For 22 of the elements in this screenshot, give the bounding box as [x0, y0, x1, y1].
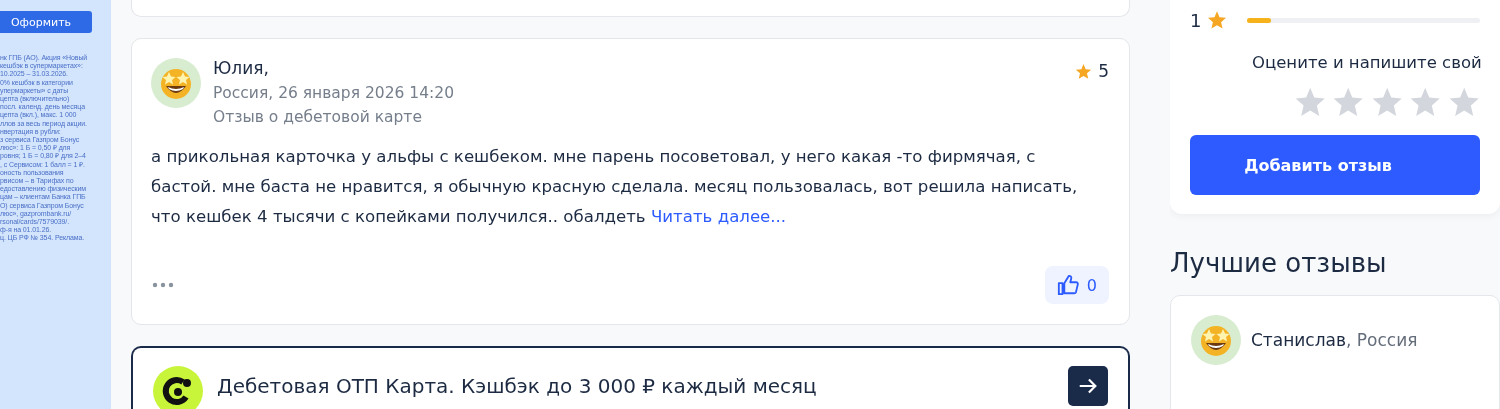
apply-button[interactable]: Оформить — [0, 11, 92, 33]
rating-value: 5 — [1098, 61, 1109, 81]
review-date: Россия, 26 января 2026 14:20 — [213, 84, 455, 102]
review-text: а прикольная карточка у альфы с кешбеком. мне парень посоветовал, у него какая -то фирмячая, с бастой. мне баста не нравится, я обычную красную сделала. месяц пользовалась, вот решила написать, что кешбек 4 тысячи с копейками получился.. обалдеть Читать далее... — [151, 146, 1079, 228]
star-icon — [1075, 62, 1093, 80]
rate-prompt: Оцените и напишите свой — [1252, 53, 1482, 73]
star-icon — [1207, 10, 1228, 30]
read-more-link[interactable]: Читать далее... — [650, 207, 787, 226]
avatar-icon — [1191, 315, 1241, 365]
add-review-button[interactable]: Добавить отзыв — [1190, 135, 1480, 195]
like-button[interactable]: 0 — [1044, 266, 1109, 304]
rating-label: 1 — [1190, 9, 1202, 31]
author-name: Юлия, — [213, 58, 270, 78]
arrow-button[interactable] — [1068, 366, 1108, 406]
product-title[interactable]: Дебетовая ОТП Карта. Кэшбэк до 3 000 ₽ каждый месяц — [217, 374, 1054, 398]
thumbs-up-icon — [1056, 274, 1079, 296]
more-icon[interactable] — [151, 281, 175, 289]
section-title: Лучшие отзывы — [1170, 248, 1388, 280]
author-name: Станислав, Россия — [1251, 330, 1418, 350]
review-subject: Отзыв о дебетовой карте — [213, 108, 423, 126]
avatar-icon — [151, 58, 201, 108]
bank-logo-icon — [153, 366, 203, 409]
